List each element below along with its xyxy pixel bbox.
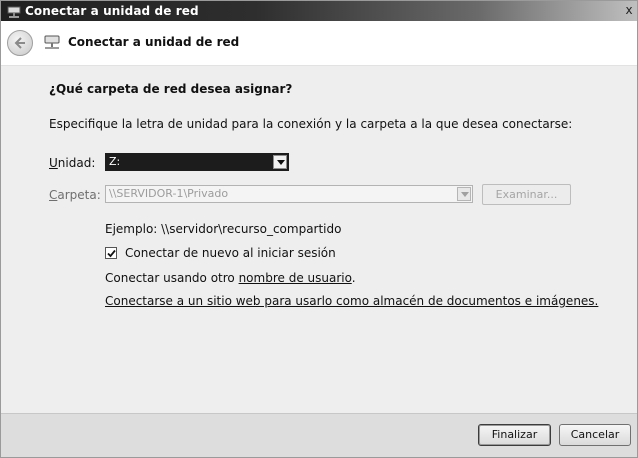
chevron-down-icon[interactable] <box>273 155 287 169</box>
network-drive-icon <box>43 35 61 51</box>
back-button[interactable] <box>7 30 33 56</box>
other-username-link[interactable]: nombre de usuario <box>239 271 352 285</box>
dialog-window: Conectar a unidad de red x Conectar a un… <box>0 0 638 458</box>
web-site-link[interactable]: Conectarse a un sitio web para usarlo co… <box>105 294 598 308</box>
browse-button[interactable]: Examinar... <box>482 184 571 205</box>
carpeta-label: Carpeta: <box>49 188 101 202</box>
drive-letter-dropdown[interactable]: Z: <box>105 153 289 171</box>
finish-button[interactable]: Finalizar <box>478 424 551 446</box>
network-drive-icon <box>7 4 21 18</box>
page-heading: ¿Qué carpeta de red desea asignar? <box>49 82 293 96</box>
navigation-bar: Conectar a unidad de red <box>1 21 637 66</box>
button-bar: Finalizar Cancelar <box>1 413 637 457</box>
drive-letter-value: Z: <box>109 155 121 168</box>
window-title: Conectar a unidad de red <box>25 4 199 18</box>
checkmark-icon <box>107 249 116 258</box>
folder-path-combobox[interactable]: \\SERVIDOR-1\Privado <box>105 185 473 203</box>
other-user-text: Conectar usando otro nombre de usuario. <box>105 271 356 285</box>
other-user-prefix: Conectar usando otro <box>105 271 239 285</box>
close-button[interactable]: x <box>622 2 636 19</box>
chevron-down-icon[interactable] <box>457 187 471 201</box>
other-user-suffix: . <box>351 271 356 285</box>
back-arrow-icon <box>14 37 25 49</box>
cancel-button[interactable]: Cancelar <box>559 424 631 446</box>
instructions-text: Especifique la letra de unidad para la c… <box>49 117 573 131</box>
reconnect-label: Conectar de nuevo al iniciar sesión <box>125 246 336 260</box>
wizard-content: ¿Qué carpeta de red desea asignar? Espec… <box>1 66 637 413</box>
folder-path-value: \\SERVIDOR-1\Privado <box>109 187 229 200</box>
wizard-title: Conectar a unidad de red <box>68 35 240 49</box>
unidad-label: Unidad: <box>49 156 96 170</box>
reconnect-checkbox[interactable] <box>105 247 117 259</box>
example-text: Ejemplo: \\servidor\recurso_compartido <box>105 222 342 236</box>
title-bar[interactable]: Conectar a unidad de red x <box>1 1 637 21</box>
